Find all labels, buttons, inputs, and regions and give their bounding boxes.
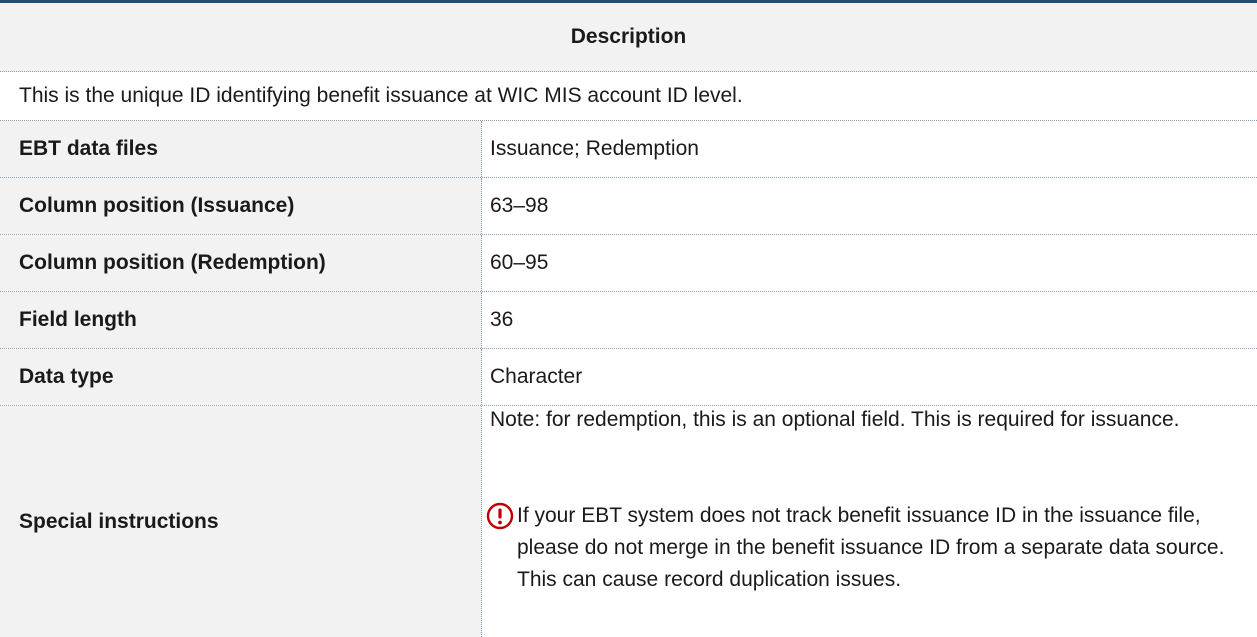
table-header: Description bbox=[0, 3, 1257, 72]
special-instructions-row: Special instructions Note: for redemptio… bbox=[0, 406, 1257, 637]
row-value: 36 bbox=[490, 308, 514, 331]
row-value: 63–98 bbox=[490, 194, 549, 217]
row-value-cell: Note: for redemption, this is an optiona… bbox=[482, 406, 1257, 637]
row-label: Field length bbox=[19, 308, 137, 331]
row-label-cell: Field length bbox=[0, 292, 482, 348]
row-value: Issuance; Redemption bbox=[490, 137, 699, 160]
description-row: This is the unique ID identifying benefi… bbox=[0, 72, 1257, 121]
row-label-cell: EBT data files bbox=[0, 121, 482, 177]
table-row: Column position (Issuance) 63–98 bbox=[0, 178, 1257, 235]
row-label-cell: Column position (Issuance) bbox=[0, 178, 482, 234]
row-label-cell: Special instructions bbox=[0, 406, 482, 637]
row-label: Data type bbox=[19, 365, 114, 388]
row-label: Column position (Issuance) bbox=[19, 194, 295, 217]
table-row: EBT data files Issuance; Redemption bbox=[0, 121, 1257, 178]
special-instructions-label: Special instructions bbox=[19, 509, 219, 533]
row-value: Character bbox=[490, 365, 583, 388]
field-spec-table: Description This is the unique ID identi… bbox=[0, 0, 1257, 637]
table-row: Column position (Redemption) 60–95 bbox=[0, 235, 1257, 292]
row-value-cell: 63–98 bbox=[482, 178, 1257, 234]
special-note: Note: for redemption, this is an optiona… bbox=[490, 408, 1180, 431]
exclamation-circle-icon bbox=[486, 502, 514, 530]
table-row: Field length 36 bbox=[0, 292, 1257, 349]
row-value-cell: 36 bbox=[482, 292, 1257, 348]
row-label-cell: Column position (Redemption) bbox=[0, 235, 482, 291]
row-value-cell: Character bbox=[482, 349, 1257, 405]
row-label: Column position (Redemption) bbox=[19, 251, 326, 274]
row-value-cell: 60–95 bbox=[482, 235, 1257, 291]
row-value: 60–95 bbox=[490, 251, 549, 274]
warning-text: If your EBT system does not track benefi… bbox=[517, 504, 1225, 591]
table-row: Data type Character bbox=[0, 349, 1257, 406]
row-label: EBT data files bbox=[19, 137, 158, 160]
header-title: Description bbox=[570, 25, 687, 48]
row-label-cell: Data type bbox=[0, 349, 482, 405]
row-value-cell: Issuance; Redemption bbox=[482, 121, 1257, 177]
description-text: This is the unique ID identifying benefi… bbox=[19, 84, 743, 107]
